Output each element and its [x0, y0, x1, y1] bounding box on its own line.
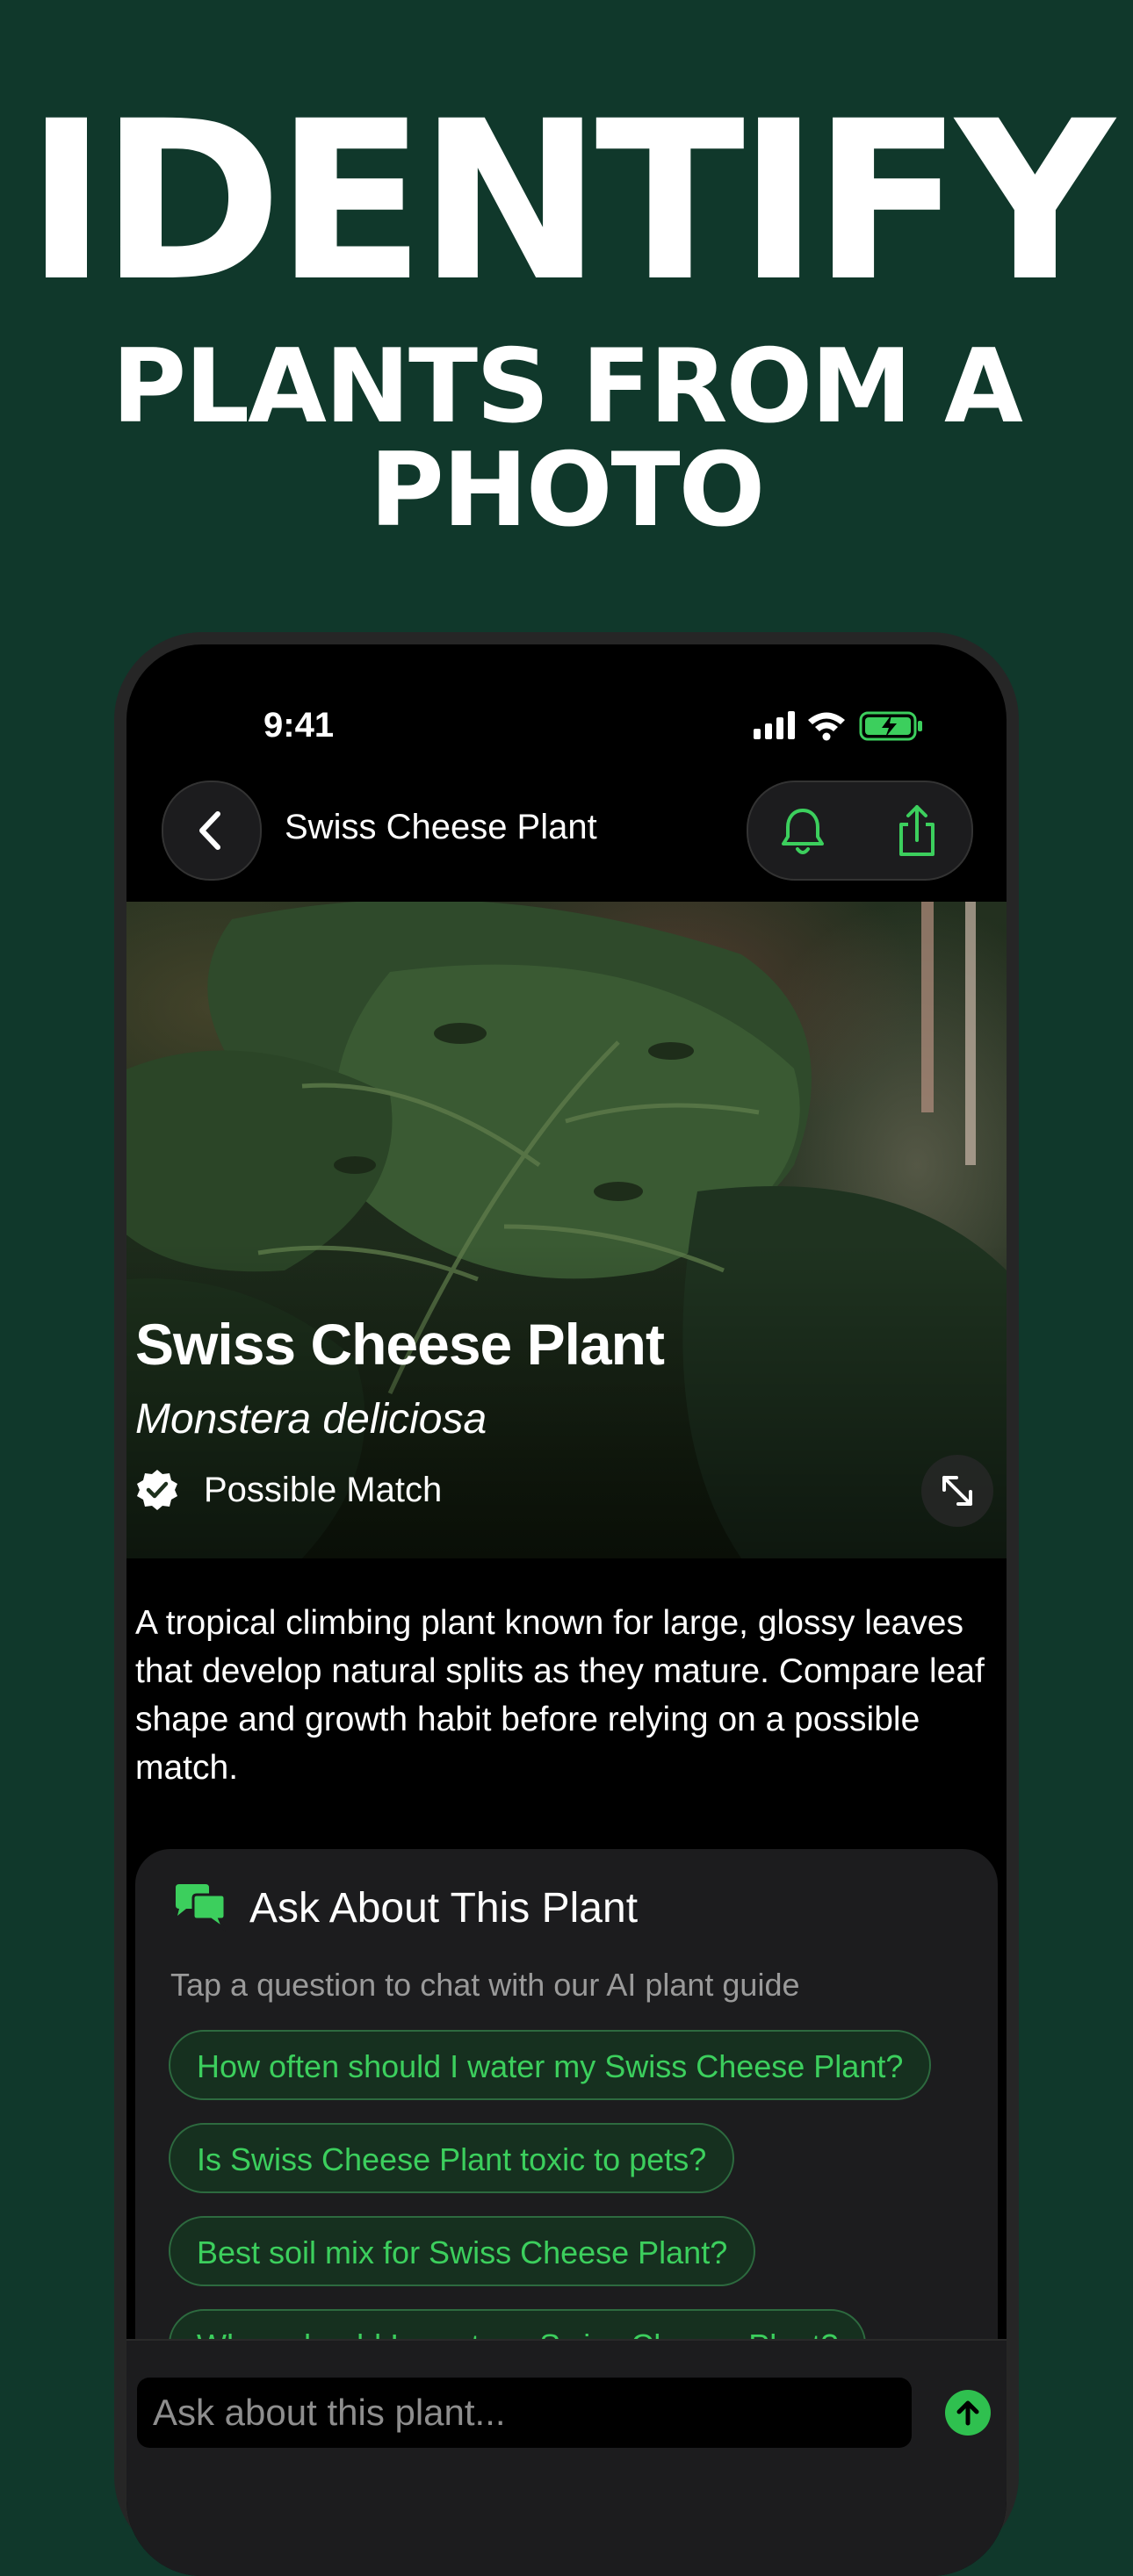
- back-chevron-icon: [199, 811, 220, 850]
- chat-bubbles-icon: [176, 1884, 227, 1932]
- nav-title: Swiss Cheese Plant: [285, 808, 597, 846]
- plant-common-name: Swiss Cheese Plant: [135, 1312, 665, 1377]
- wifi-icon: [808, 712, 845, 741]
- status-time: 9:41: [263, 706, 335, 745]
- question-chip[interactable]: Is Swiss Cheese Plant toxic to pets?: [169, 2123, 735, 2193]
- nav-actions: [747, 781, 973, 881]
- expand-photo-button[interactable]: [921, 1455, 993, 1527]
- status-icons: [754, 711, 922, 741]
- phone-frame: 9:41 Swiss Cheese Plant Swiss Cheese Pla…: [114, 632, 1019, 2576]
- question-chip[interactable]: Best soil mix for Swiss Cheese Plant?: [169, 2216, 756, 2286]
- plant-photo: Swiss Cheese Plant Monstera deliciosa Po…: [126, 902, 1007, 1558]
- plant-description: A tropical climbing plant known for larg…: [135, 1604, 985, 1787]
- send-button[interactable]: [945, 2390, 991, 2436]
- chat-input-bar: [126, 2339, 1007, 2576]
- plant-scientific-name: Monstera deliciosa: [135, 1396, 487, 1443]
- phone-screen: 9:41 Swiss Cheese Plant Swiss Cheese Pla…: [126, 644, 1007, 2576]
- share-button[interactable]: [880, 795, 954, 868]
- verified-badge-icon: [137, 1470, 177, 1510]
- promo-headline: IDENTIFY: [25, 74, 1115, 329]
- expand-icon: [942, 1476, 972, 1506]
- signal-icon: [754, 711, 795, 739]
- ask-card-subtitle: Tap a question to chat with our AI plant…: [170, 1967, 800, 2003]
- promo-subheadline-line2: PHOTO: [369, 431, 765, 550]
- bell-icon: [782, 809, 824, 854]
- match-status: Possible Match: [135, 1467, 442, 1513]
- battery-icon: [859, 711, 922, 741]
- notifications-button[interactable]: [766, 795, 840, 868]
- promo-subheadline-line1: PLANTS FROM A: [112, 327, 1023, 446]
- share-icon: [899, 805, 935, 856]
- ask-input[interactable]: [137, 2378, 912, 2448]
- match-label: Possible Match: [204, 1470, 443, 1509]
- promo-subheadline: PLANTS FROM A PHOTO: [0, 335, 1133, 543]
- send-arrow-icon: [956, 2400, 979, 2426]
- back-button[interactable]: [162, 781, 262, 881]
- question-chip[interactable]: How often should I water my Swiss Cheese…: [169, 2030, 932, 2100]
- ask-card-title: Ask About This Plant: [249, 1885, 639, 1932]
